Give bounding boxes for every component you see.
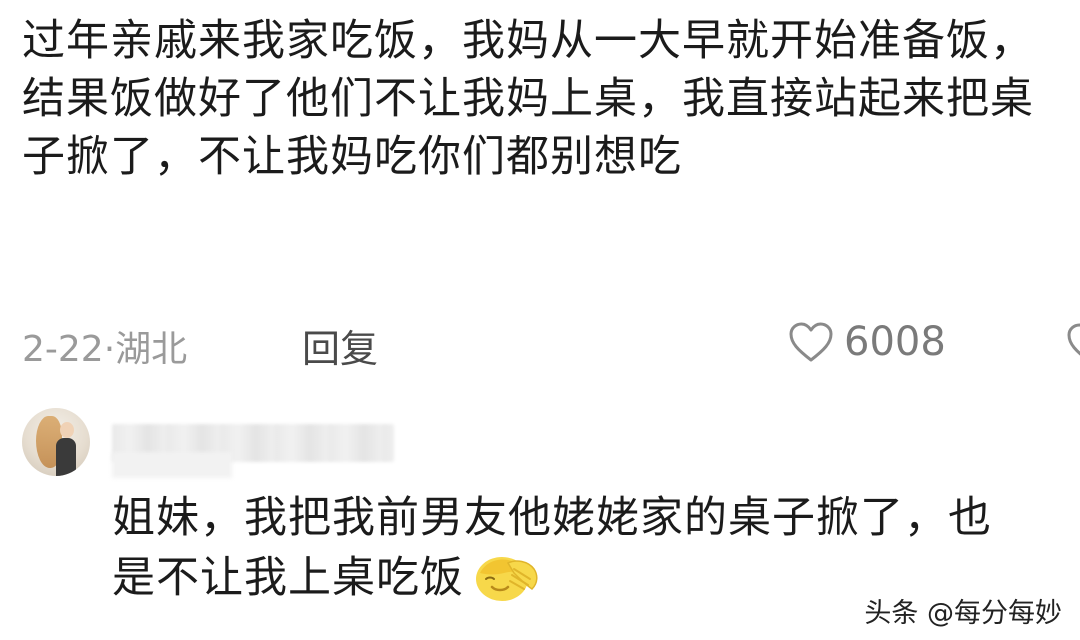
facepalm-emoji-icon [470,549,542,605]
like-button[interactable]: 6008 [788,316,946,368]
like-count: 6008 [844,319,946,365]
broken-heart-icon[interactable] [1066,320,1080,366]
avatar[interactable] [22,408,90,476]
avatar-figure [56,438,76,476]
comment-meta-row: 2-22·湖北 回复 6008 [22,314,1080,373]
reply-text: 姐妹，我把我前男友他姥姥家的桌子掀了，也是不让我上桌吃饭 [112,493,992,603]
comment-body: 过年亲戚来我家吃饭，我妈从一大早就开始准备饭，结果饭做好了他们不让我妈上桌，我直… [22,16,1034,182]
heart-outline-icon [788,321,834,363]
blurred-username-secondary [112,452,232,478]
reply-button[interactable]: 回复 [302,318,378,373]
watermark: 头条 @每分每妙 [864,597,1062,629]
comment-date-location: 2-22·湖北 [22,329,188,370]
avatar-face [60,422,74,438]
